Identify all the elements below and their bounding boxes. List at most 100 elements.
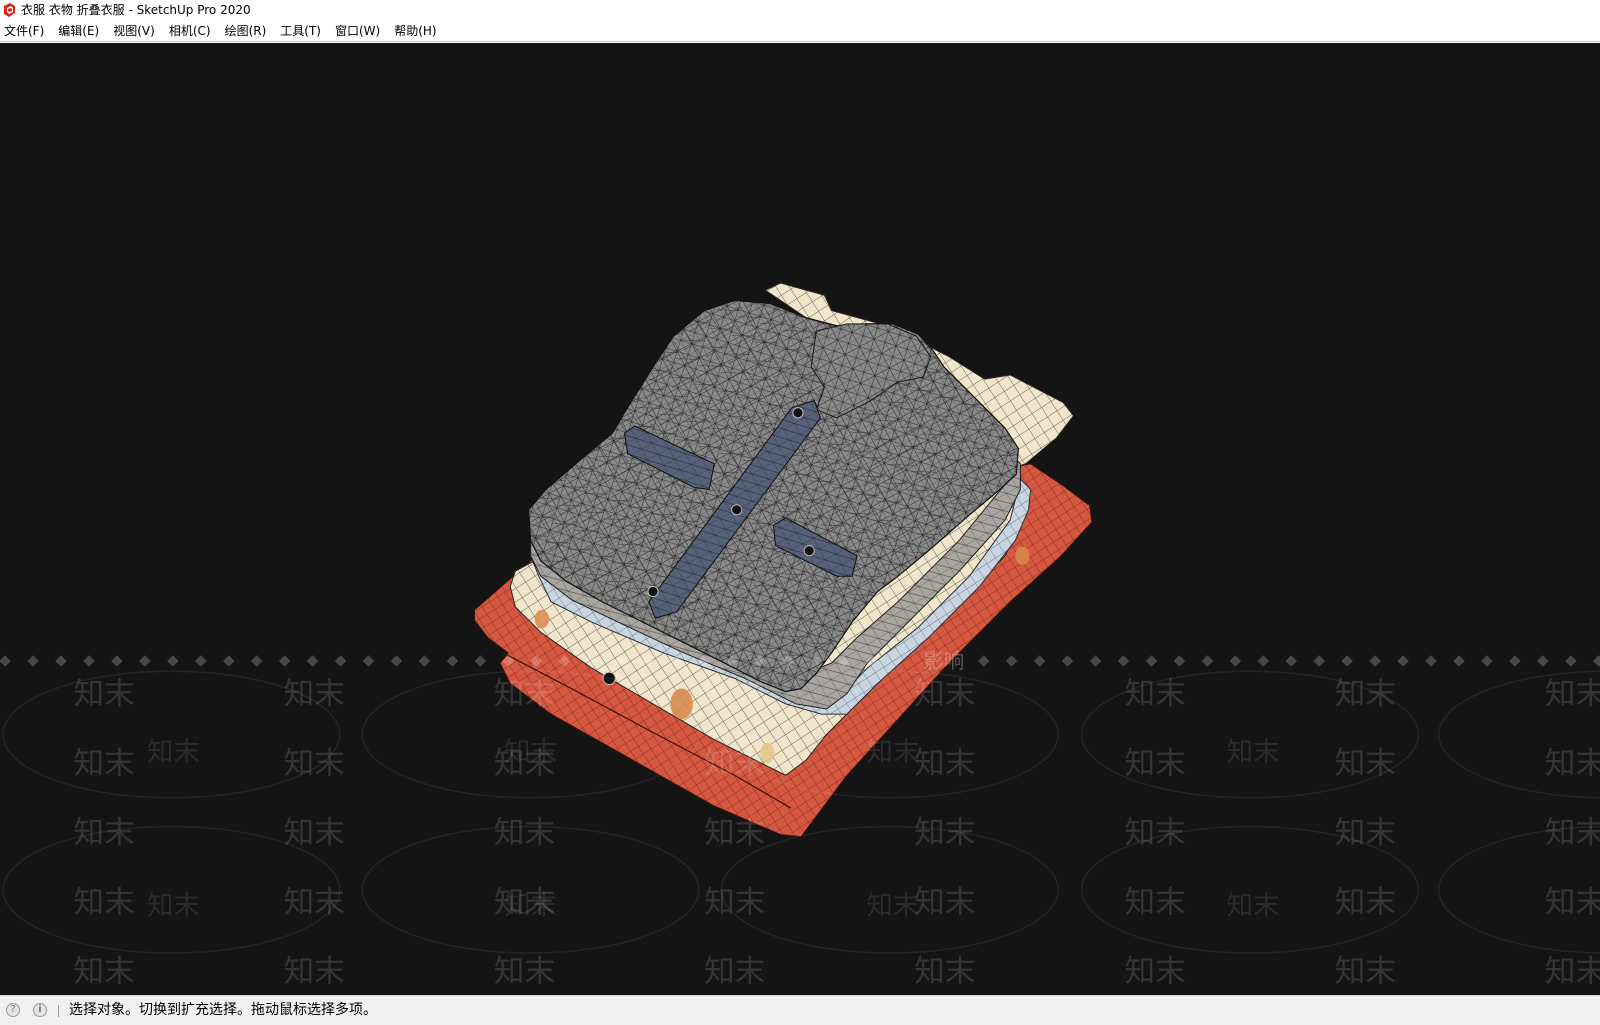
watermark-diamond — [1593, 655, 1600, 667]
watermark-text: 知末 — [704, 816, 765, 851]
watermark-text: 知末 — [704, 885, 765, 920]
menu-file[interactable]: 文件(F) — [4, 21, 44, 42]
watermark-text: 知末 — [1335, 746, 1396, 781]
menu-window[interactable]: 窗口(W) — [335, 21, 380, 42]
menu-tools[interactable]: 工具(T) — [280, 21, 321, 42]
watermark-diamond — [1117, 655, 1130, 667]
watermark-diamond — [195, 655, 207, 667]
button-icon — [647, 585, 659, 598]
watermark-text: 知末 — [1545, 955, 1600, 990]
watermark-diamond — [1201, 655, 1214, 667]
watermark-diamond — [55, 655, 67, 667]
watermark-text: 知末 — [866, 890, 919, 921]
watermark-text: 知末 — [284, 677, 345, 712]
watermark-text: 知末 — [73, 955, 134, 990]
watermark-diamond — [27, 655, 39, 667]
button-icon — [792, 407, 804, 419]
watermark-text: 知末 — [73, 746, 134, 781]
watermark-diamond — [1005, 655, 1018, 667]
button-icon — [731, 504, 743, 516]
menu-edit[interactable]: 编辑(E) — [58, 21, 99, 42]
watermark-diamond — [278, 655, 291, 667]
watermark-text: 知末 — [147, 890, 200, 921]
watermark-text: 知末 — [704, 955, 765, 990]
watermark-diamond — [1173, 655, 1186, 667]
watermark-diamond — [474, 655, 487, 667]
watermark-text: 知末 — [1545, 677, 1600, 712]
viewport-canvas[interactable]: 影响知末 知末 知末 知末 知末 知末 知末 知末知末 知末 知末 知末 知末 知末 知末 知末知末 知末 知末… — [0, 43, 1600, 995]
watermark-text: 知末 — [284, 816, 345, 851]
watermark-text: 知末 — [73, 677, 134, 712]
watermark-diamond — [223, 655, 235, 667]
watermark-diamond — [1537, 655, 1549, 667]
3d-viewport[interactable]: 影响 知末 知末 知末 知末 知末 知末 知末 知末 知末 知末 知末 知末 知末 知末 知末 知末 知末 知末 知末… — [0, 43, 1600, 995]
watermark-text: 知末 — [914, 746, 975, 781]
watermark-diamond — [1341, 655, 1353, 667]
watermark-text: 知末 — [73, 885, 134, 920]
sketchup-logo-icon[interactable] — [3, 3, 16, 17]
watermark-text: 知末 — [1125, 677, 1186, 712]
watermark-diamond — [167, 655, 179, 667]
watermark-diamond — [0, 655, 11, 667]
menu-camera[interactable]: 相机(C) — [169, 21, 211, 42]
watermark-diamond — [362, 655, 375, 667]
watermark-text: 知末 — [147, 737, 200, 768]
status-bar: 选择对象。切换到扩充选择。拖动鼠标选择多项。 — [0, 995, 1600, 1025]
watermark-diamond — [83, 655, 95, 667]
watermark-diamond — [977, 655, 990, 667]
watermark-text: 知末 — [1545, 816, 1600, 851]
title-bar: 衣服 衣物 折叠衣服 - SketchUp Pro 2020 — [0, 0, 1600, 21]
print-spot — [1015, 546, 1030, 565]
watermark-text: 知末 — [1125, 746, 1186, 781]
watermark-diamond — [1257, 655, 1270, 667]
watermark-diamond — [418, 655, 431, 667]
watermark-diamond — [1425, 655, 1437, 667]
watermark-text: 知末 — [1545, 746, 1600, 781]
watermark-diamond — [1061, 655, 1074, 667]
watermark-text: 知末 — [494, 816, 555, 851]
watermark-text: 知末 — [1335, 677, 1396, 712]
watermark-text: 知末 — [1335, 955, 1396, 990]
watermark-text: 知末 — [1125, 816, 1186, 851]
watermark-diamond — [446, 655, 459, 667]
menu-draw[interactable]: 绘图(R) — [225, 21, 267, 42]
watermark-text: 知末 — [504, 737, 557, 768]
watermark-text: 知末 — [1545, 885, 1600, 920]
watermark-text: 知末 — [1125, 955, 1186, 990]
watermark-text: 知末 — [914, 955, 975, 990]
watermark-text: 知末 — [73, 816, 134, 851]
status-message: 选择对象。切换到扩充选择。拖动鼠标选择多项。 — [69, 1002, 377, 1018]
watermark-text: 知末 — [494, 677, 555, 712]
watermark-text: 知末 — [914, 816, 975, 851]
watermark-diamond — [334, 655, 347, 667]
status-separator — [58, 1005, 59, 1017]
watermark-diamond — [1509, 655, 1521, 667]
watermark-diamond — [250, 655, 263, 667]
menu-help[interactable]: 帮助(H) — [394, 21, 436, 42]
watermark-diamond — [139, 655, 151, 667]
watermark-diamond — [1313, 655, 1325, 667]
watermark-text: 知末 — [284, 746, 345, 781]
watermark-caption: 影响 — [923, 649, 964, 673]
watermark-text: 知末 — [494, 955, 555, 990]
menu-bar: 文件(F) 编辑(E) 视图(V) 相机(C) 绘图(R) 工具(T) 窗口(W… — [0, 21, 1600, 42]
watermark-text: 知末 — [866, 737, 919, 768]
watermark-text: 知末 — [284, 955, 345, 990]
watermark-diamond — [111, 655, 123, 667]
watermark-diamond — [1481, 655, 1493, 667]
folded-clothes-model[interactable] — [473, 282, 1093, 838]
info-icon[interactable] — [33, 1003, 47, 1017]
menu-view[interactable]: 视图(V) — [113, 21, 155, 42]
watermark-diamond — [1145, 655, 1158, 667]
watermark-diamond — [1089, 655, 1102, 667]
watermark-diamond — [1369, 655, 1381, 667]
watermark-diamond — [1229, 655, 1242, 667]
watermark-text: 知末 — [704, 677, 765, 712]
watermark-text: 知末 — [914, 677, 975, 712]
watermark-text: 知末 — [1335, 885, 1396, 920]
watermark-text: 知末 — [1125, 885, 1186, 920]
watermark-text: 知末 — [1227, 890, 1280, 921]
watermark-diamond — [390, 655, 403, 667]
help-icon[interactable] — [6, 1003, 20, 1017]
watermark-text: 知末 — [704, 746, 765, 781]
